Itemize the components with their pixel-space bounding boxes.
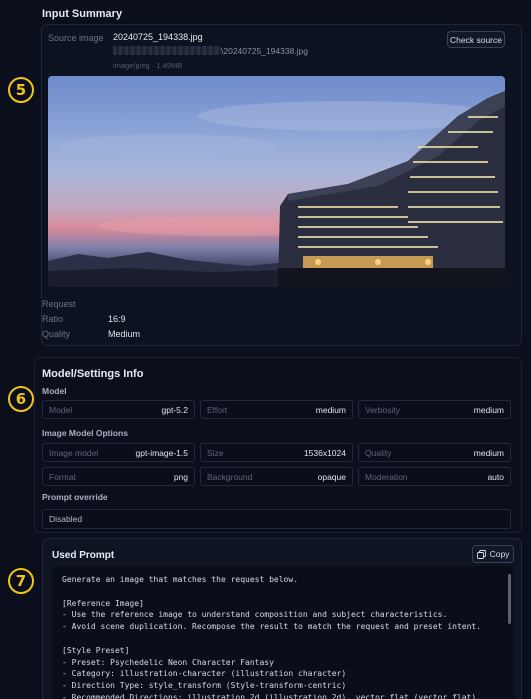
step-badge-7: 7 <box>8 568 34 594</box>
request-label: Request <box>42 299 76 309</box>
copy-button[interactable]: Copy <box>472 545 514 563</box>
redacted-path <box>113 46 221 55</box>
field-format: Format png <box>42 467 195 486</box>
model-section-label: Model <box>42 386 67 396</box>
step-badge-5: 5 <box>8 77 34 103</box>
image-options-label: Image Model Options <box>42 428 128 438</box>
copy-icon <box>476 549 486 559</box>
ratio-value: 16:9 <box>108 314 126 324</box>
prompt-override-field: Disabled <box>42 509 511 529</box>
prompt-scrollbar[interactable] <box>508 574 511 624</box>
field-moderation: Moderation auto <box>358 467 511 486</box>
field-image-model: Image model gpt-image-1.5 <box>42 443 195 462</box>
used-prompt-title: Used Prompt <box>52 550 115 561</box>
field-size: Size 1536x1024 <box>200 443 353 462</box>
copy-label: Copy <box>489 549 510 559</box>
file-meta: image/jpeg · 1.49MB <box>113 61 183 70</box>
source-image-label: Source image <box>48 33 104 43</box>
file-name: 20240725_194338.jpg <box>113 32 203 42</box>
input-summary-title: Input Summary <box>42 8 123 20</box>
quality-value: Medium <box>108 329 141 339</box>
field-background: Background opaque <box>200 467 353 486</box>
check-source-button[interactable]: Check source <box>447 31 505 48</box>
source-image-preview <box>48 76 505 287</box>
ratio-label: Ratio <box>42 314 64 324</box>
field-model: Model gpt-5.2 <box>42 400 195 419</box>
prompt-text: Generate an image that matches the reque… <box>52 566 514 699</box>
field-verbosity: Verbosity medium <box>358 400 511 419</box>
quality-label: Quality <box>42 329 71 339</box>
field-effort: Effort medium <box>200 400 353 419</box>
model-settings-title: Model/Settings Info <box>42 368 144 380</box>
field-image-quality: Quality medium <box>358 443 511 462</box>
file-path: \20240725_194338.jpg <box>221 46 308 56</box>
step-badge-6: 6 <box>8 386 34 412</box>
prompt-override-label: Prompt override <box>42 492 108 502</box>
